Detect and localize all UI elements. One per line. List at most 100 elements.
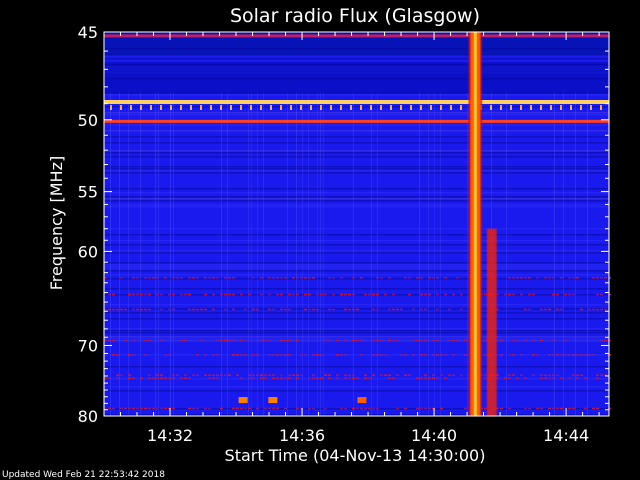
interference-segment (232, 293, 235, 296)
interference-segment (340, 276, 343, 279)
interference-segment (420, 407, 423, 410)
interference-segment (204, 308, 207, 311)
interference-segment (228, 276, 231, 279)
time-striation (434, 92, 435, 416)
interference-segment (320, 293, 323, 296)
interference-segment (520, 354, 523, 356)
interference-segment (412, 339, 415, 342)
interference-segment (252, 377, 255, 379)
band-tick (390, 105, 392, 111)
band-tick (400, 105, 402, 111)
band-tick (320, 105, 322, 111)
interference-line (104, 339, 611, 342)
time-striation (323, 92, 324, 416)
interference-segment (116, 377, 119, 379)
interference-segment (452, 339, 455, 342)
interference-segment (128, 374, 131, 377)
interference-segment (196, 308, 199, 311)
interference-segment (376, 293, 379, 296)
interference-segment (344, 407, 347, 410)
spectrogram-chart: 45 50 55 60 70 80 14:32 14:36 14:40 14:44 Solar r… (0, 0, 640, 480)
interference-segment (404, 276, 407, 279)
interference-segment (272, 377, 275, 379)
interference-segment (376, 354, 379, 356)
interference-segment (196, 354, 199, 356)
interference-segment (164, 276, 167, 279)
interference-segment (128, 354, 131, 356)
band-tick (490, 105, 492, 111)
channel-streak (104, 390, 609, 392)
burst-core (473, 32, 477, 416)
channel-streak (104, 288, 609, 290)
time-striation (248, 92, 249, 416)
interference-segment (508, 276, 511, 279)
interference-segment (556, 354, 559, 356)
interference-segment (316, 377, 319, 379)
interference-segment (552, 354, 555, 356)
interference-segment (204, 293, 207, 296)
interference-segment (400, 354, 403, 356)
interference-segment (572, 293, 575, 296)
channel-streak (104, 304, 609, 306)
interference-segment (212, 308, 215, 311)
channel-streak (104, 114, 609, 116)
band-tick (570, 105, 572, 111)
interference-segment (260, 339, 263, 342)
interference-segment (564, 339, 567, 342)
interference-segment (340, 293, 343, 296)
band-tick (510, 105, 512, 111)
interference-segment (512, 374, 515, 377)
interference-segment (596, 276, 599, 279)
interference-segment (360, 354, 363, 356)
interference-segment (600, 339, 603, 342)
interference-segment (372, 339, 375, 342)
channel-streak (104, 278, 609, 280)
interference-segment (436, 354, 439, 356)
interference-segment (328, 339, 331, 342)
interference-segment (592, 354, 595, 356)
interference-segment (436, 377, 439, 379)
interference-segment (364, 293, 367, 296)
y-axis-title: Frequency [MHz] (47, 156, 66, 290)
interference-segment (312, 374, 315, 377)
channel-streak (104, 386, 609, 388)
interference-segment (308, 377, 311, 379)
interference-segment (436, 293, 439, 296)
interference-segment (320, 354, 323, 356)
interference-segment (352, 407, 355, 410)
interference-segment (424, 308, 427, 311)
interference-segment (312, 377, 315, 379)
interference-segment (384, 374, 387, 377)
interference-segment (256, 407, 259, 410)
interference-segment (424, 377, 427, 379)
interference-segment (372, 308, 375, 311)
interference-segment (228, 374, 231, 377)
interference-segment (356, 339, 359, 342)
interference-segment (236, 407, 239, 410)
interference-segment (416, 377, 419, 379)
interference-segment (180, 339, 183, 342)
interference-segment (168, 293, 171, 296)
interference-segment (352, 377, 355, 379)
interference-segment (516, 276, 519, 279)
interference-segment (268, 276, 271, 279)
interference-segment (284, 308, 287, 311)
interference-segment (584, 407, 587, 410)
interference-segment (132, 339, 135, 342)
interference-segment (288, 293, 291, 296)
interference-segment (412, 308, 415, 311)
interference-segment (132, 407, 135, 410)
interference-segment (424, 374, 427, 377)
interference-segment (352, 276, 355, 279)
burst-tail-mark (486, 228, 497, 416)
channel-streak (104, 270, 609, 272)
interference-segment (388, 374, 391, 377)
interference-segment (392, 293, 395, 296)
interference-segment (280, 374, 283, 377)
interference-segment (444, 276, 447, 279)
channel-streak (104, 136, 609, 138)
interference-segment (112, 407, 115, 410)
interference-segment (564, 293, 567, 296)
time-striation (170, 92, 171, 416)
channel-streak (104, 152, 609, 154)
